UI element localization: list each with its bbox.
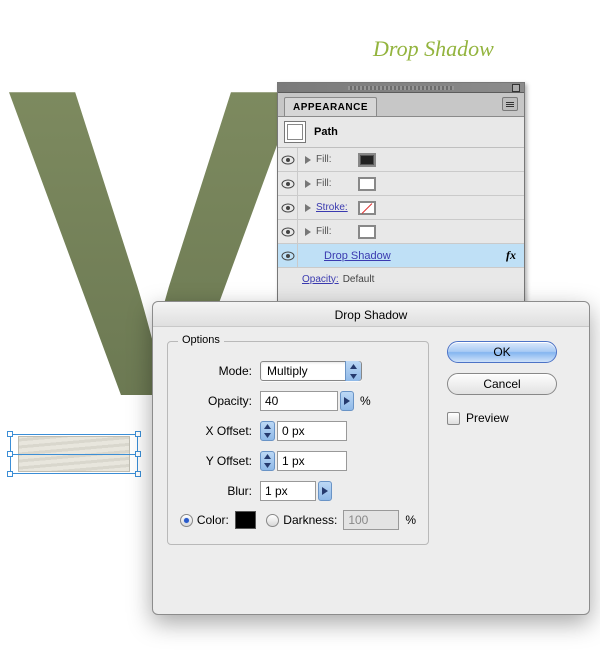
options-fieldset: Options Mode: Multiply Opacity: 40 %	[167, 341, 429, 545]
yoffset-row: Y Offset: 1 px	[180, 450, 416, 472]
ok-button[interactable]: OK	[447, 341, 557, 363]
drop-shadow-dialog: Drop Shadow Options Mode: Multiply Opaci…	[152, 301, 590, 615]
eye-icon	[281, 251, 295, 261]
eye-icon	[281, 227, 295, 237]
xoffset-input[interactable]: 0 px	[277, 421, 347, 441]
eye-icon	[281, 203, 295, 213]
select-stepper[interactable]	[345, 361, 361, 381]
eye-icon	[281, 155, 295, 165]
color-swatch[interactable]	[235, 511, 257, 529]
path-label: Path	[314, 126, 338, 138]
attr-label: Fill:	[316, 226, 356, 237]
mode-row: Mode: Multiply	[180, 360, 416, 382]
annotation-title: Drop Shadow	[373, 36, 494, 62]
visibility-toggle[interactable]	[278, 196, 298, 219]
preview-label: Preview	[466, 411, 509, 425]
stroke-swatch[interactable]	[358, 201, 376, 215]
menu-icon	[506, 101, 514, 108]
appearance-row-stroke[interactable]: Stroke:	[278, 196, 524, 220]
handle-top-right[interactable]	[135, 431, 141, 437]
handle-top-left[interactable]	[7, 431, 13, 437]
darkness-unit: %	[405, 513, 416, 527]
mode-value: Multiply	[267, 364, 308, 378]
appearance-row-opacity[interactable]: Opacity: Default	[278, 268, 524, 290]
dialog-buttons: OK Cancel Preview	[447, 341, 557, 545]
blur-label: Blur:	[180, 484, 252, 498]
xoffset-label: X Offset:	[180, 424, 252, 438]
opacity-label[interactable]: Opacity:	[302, 274, 339, 285]
visibility-toggle[interactable]	[278, 172, 298, 195]
dialog-title: Drop Shadow	[153, 302, 589, 327]
appearance-row-fill-3[interactable]: Fill:	[278, 220, 524, 244]
disclosure-triangle[interactable]	[302, 154, 314, 166]
darkness-radio[interactable]	[266, 514, 279, 527]
opacity-popup-button[interactable]	[340, 391, 354, 411]
preview-checkbox[interactable]	[447, 412, 460, 425]
blur-row: Blur: 1 px	[180, 480, 416, 502]
path-header-row[interactable]: Path	[278, 117, 524, 148]
disclosure-triangle[interactable]	[302, 178, 314, 190]
eye-icon	[281, 179, 295, 189]
visibility-toggle[interactable]	[278, 148, 298, 171]
handle-left[interactable]	[7, 451, 13, 457]
yoffset-input[interactable]: 1 px	[277, 451, 347, 471]
yoffset-label: Y Offset:	[180, 454, 252, 468]
selected-object[interactable]	[10, 432, 138, 476]
mode-select[interactable]: Multiply	[260, 361, 362, 381]
opacity-value: Default	[343, 274, 375, 285]
appearance-row-fill-2[interactable]: Fill:	[278, 172, 524, 196]
panel-tabs: APPEARANCE	[278, 93, 524, 117]
handle-right[interactable]	[135, 451, 141, 457]
handle-bottom-left[interactable]	[7, 471, 13, 477]
visibility-toggle[interactable]	[278, 244, 298, 267]
effect-label[interactable]: Drop Shadow	[324, 250, 391, 262]
fill-swatch[interactable]	[358, 225, 376, 239]
fill-swatch[interactable]	[358, 177, 376, 191]
blur-popup-button[interactable]	[318, 481, 332, 501]
visibility-toggle[interactable]	[278, 220, 298, 243]
panel-dock-icon[interactable]	[512, 84, 520, 92]
path-thumbnail	[284, 121, 306, 143]
handle-bottom-right[interactable]	[135, 471, 141, 477]
appearance-row-drop-shadow[interactable]: Drop Shadow fx	[278, 244, 524, 268]
fill-swatch[interactable]	[358, 153, 376, 167]
darkness-label: Darkness:	[283, 513, 337, 527]
yoffset-stepper[interactable]	[260, 451, 275, 471]
cancel-button[interactable]: Cancel	[447, 373, 557, 395]
attr-label: Fill:	[316, 178, 356, 189]
opacity-input[interactable]: 40	[260, 391, 338, 411]
fx-icon[interactable]: fx	[506, 248, 516, 263]
mode-label: Mode:	[180, 364, 252, 378]
darkness-input: 100	[343, 510, 399, 530]
opacity-row: Opacity: 40 %	[180, 390, 416, 412]
selection-centerline	[10, 454, 138, 455]
opacity-unit: %	[360, 394, 371, 408]
appearance-row-fill-1[interactable]: Fill:	[278, 148, 524, 172]
panel-menu-button[interactable]	[502, 97, 518, 111]
xoffset-stepper[interactable]	[260, 421, 275, 441]
color-label: Color:	[197, 513, 229, 527]
opacity-label: Opacity:	[180, 394, 252, 408]
fieldset-legend: Options	[178, 334, 224, 346]
attr-label[interactable]: Stroke:	[316, 202, 356, 213]
disclosure-triangle[interactable]	[302, 226, 314, 238]
color-darkness-row: Color: Darkness: 100 %	[180, 510, 416, 530]
color-radio[interactable]	[180, 514, 193, 527]
xoffset-row: X Offset: 0 px	[180, 420, 416, 442]
attr-label: Fill:	[316, 154, 356, 165]
disclosure-triangle[interactable]	[302, 202, 314, 214]
panel-body: Path Fill: Fill: Stroke:	[278, 117, 524, 311]
tab-appearance[interactable]: APPEARANCE	[284, 97, 377, 116]
appearance-panel: APPEARANCE Path Fill: Fill:	[277, 82, 525, 312]
blur-input[interactable]: 1 px	[260, 481, 316, 501]
panel-titlebar[interactable]	[278, 83, 524, 93]
preview-row: Preview	[447, 411, 557, 425]
